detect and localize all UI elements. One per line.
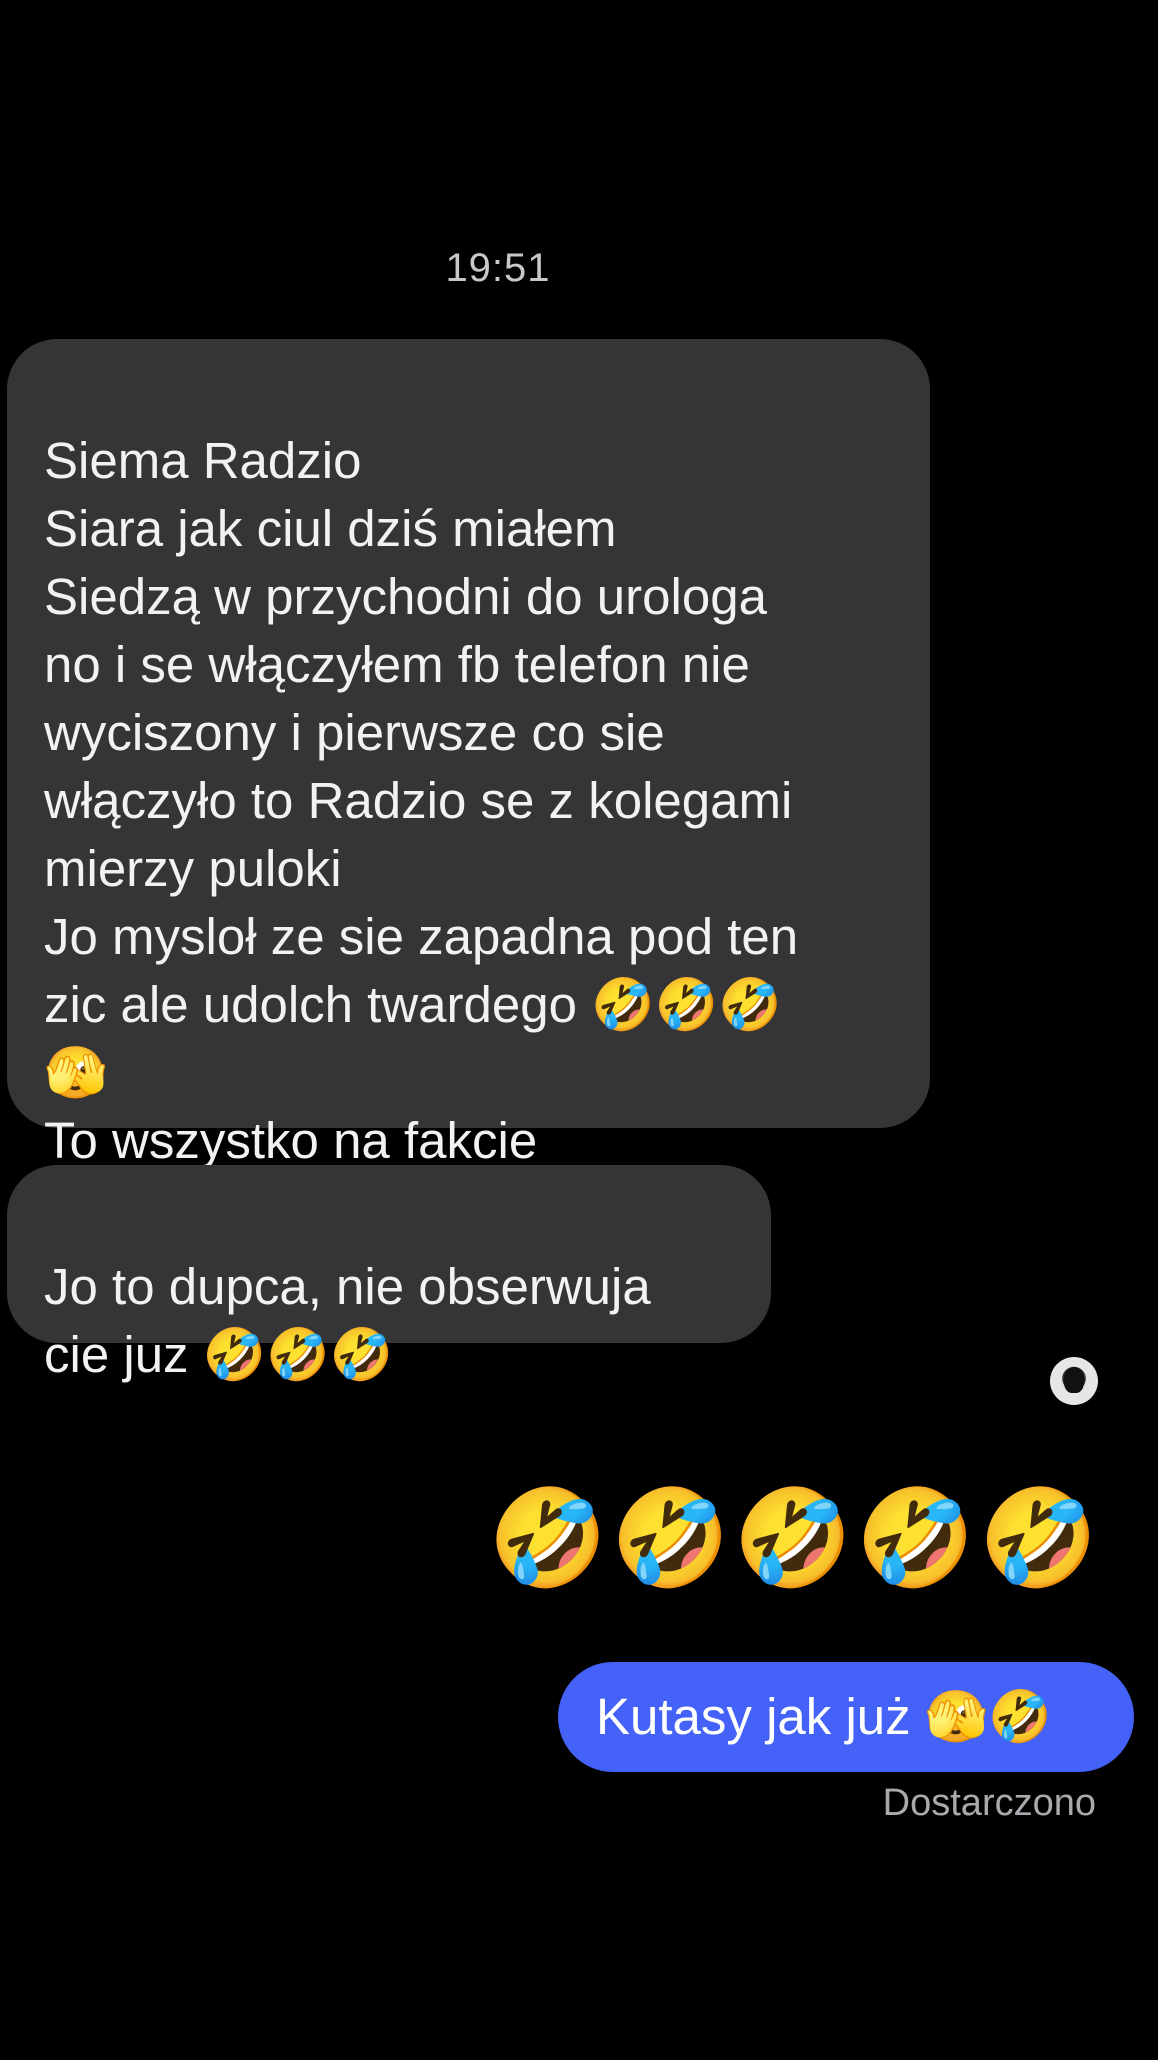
message-timestamp: 19:51 xyxy=(445,246,551,290)
rofl-emoji-icon: 🤣 xyxy=(610,1482,731,1594)
rofl-emoji-icon: 🤣 xyxy=(855,1482,976,1594)
incoming-message-bubble[interactable]: Siema Radzio Siara jak ciul dziś miałem … xyxy=(7,339,930,1169)
rofl-emoji-icon: 🤣 xyxy=(488,1482,608,1594)
outgoing-message-bubble[interactable]: Kutasy jak już 🫣🤣 xyxy=(558,1662,1134,1772)
incoming-message-bubble[interactable]: Jo to dupca, nie obserwuja cie juz 🤣🤣🤣 xyxy=(7,1165,771,1383)
delivery-status: Dostarczono xyxy=(882,1782,1096,1824)
message-text: Kutasy jak już 🫣🤣 xyxy=(596,1688,1052,1745)
outgoing-emoji-message[interactable]: 🤣 🤣 🤣 🤣 🤣 xyxy=(488,1478,1098,1598)
message-text: Siema Radzio Siara jak ciul dziś miałem … xyxy=(44,432,799,1169)
message-text: Jo to dupca, nie obserwuja cie juz 🤣🤣🤣 xyxy=(44,1258,651,1383)
rofl-emoji-icon: 🤣 xyxy=(978,1482,1098,1594)
rofl-emoji-icon: 🤣 xyxy=(733,1482,853,1594)
read-receipt-avatar xyxy=(1050,1357,1098,1405)
